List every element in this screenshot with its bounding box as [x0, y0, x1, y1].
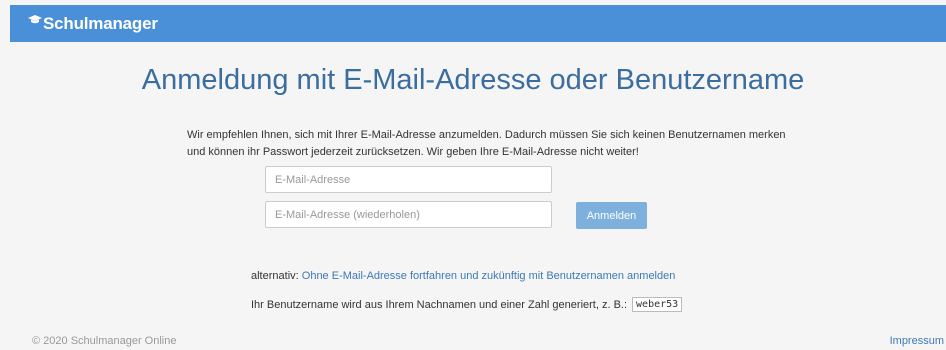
brand-logo[interactable]: Schulmanager — [28, 14, 158, 34]
brand-name: Schulmanager — [43, 13, 158, 33]
email-repeat-field[interactable] — [265, 201, 552, 228]
page-title: Anmeldung mit E-Mail-Adresse oder Benutz… — [141, 64, 805, 96]
username-hint-text: Ihr Benutzername wird aus Ihrem Nachname… — [251, 298, 628, 311]
alternative-prefix: alternativ: — [251, 270, 299, 282]
username-example: weber53 — [632, 297, 683, 312]
copyright: © 2020 Schulmanager Online — [32, 335, 177, 347]
username-hint: Ihr Benutzername wird aus Ihrem Nachname… — [251, 297, 683, 312]
continue-without-email-link[interactable]: Ohne E-Mail-Adresse fortfahren und zukün… — [302, 270, 676, 282]
login-button[interactable]: Anmelden — [576, 202, 647, 229]
intro-text: Wir empfehlen Ihnen, sich mit Ihrer E-Ma… — [187, 129, 786, 158]
alternative-line: alternativ: Ohne E-Mail-Adresse fortfahr… — [251, 270, 675, 282]
impressum-link[interactable]: Impressum — [890, 335, 944, 347]
graduation-cap-icon — [28, 14, 42, 23]
top-navbar: Schulmanager — [10, 5, 946, 42]
email-field[interactable] — [265, 166, 552, 193]
